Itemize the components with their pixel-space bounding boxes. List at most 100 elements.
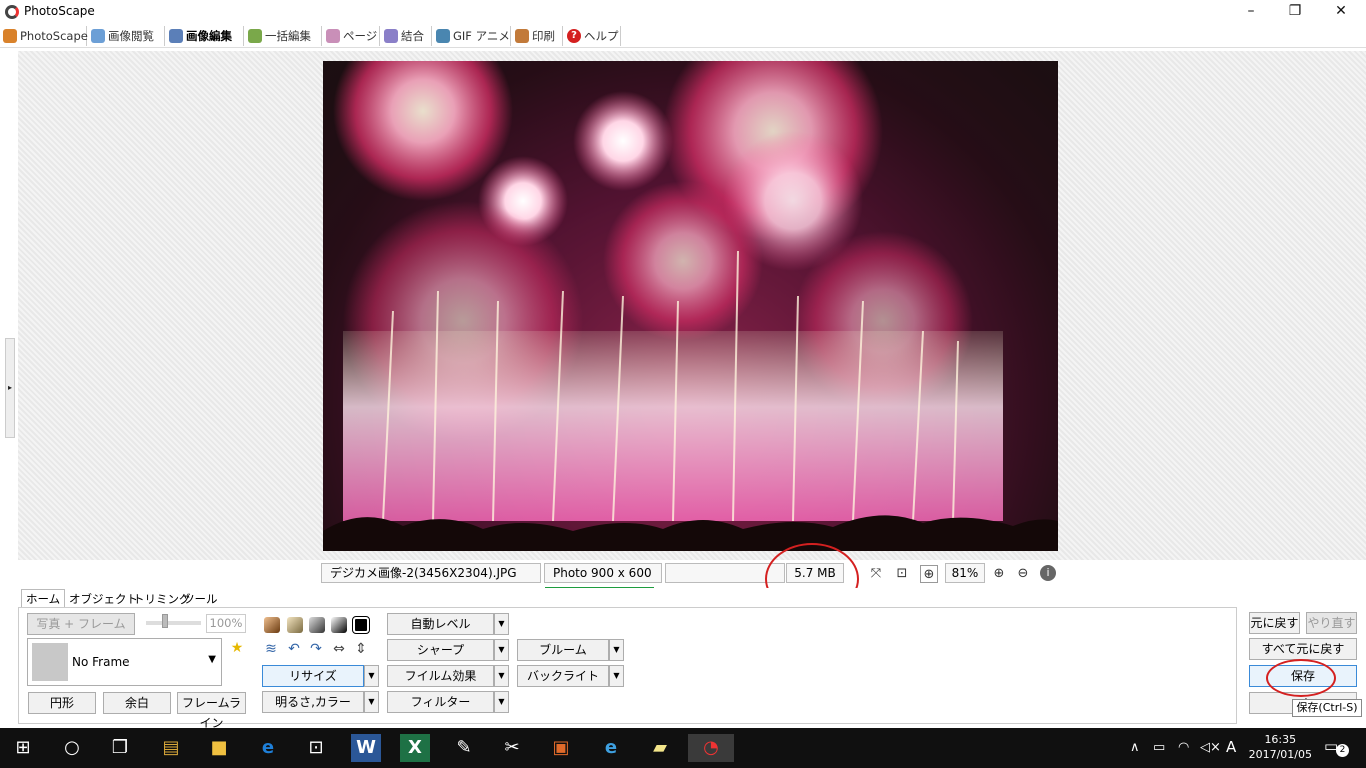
frame-slider-track[interactable]: [146, 621, 201, 625]
star-icon[interactable]: ★: [228, 640, 246, 656]
notification-count-badge: 2: [1336, 744, 1349, 757]
tab-editor[interactable]: 画像編集: [166, 26, 244, 46]
resize-button[interactable]: リサイズ: [262, 665, 364, 687]
explorer-shortcut-icon[interactable]: ▤: [156, 734, 186, 762]
save-tooltip: 保存(Ctrl-S): [1292, 699, 1362, 717]
frame-preview: [32, 643, 68, 681]
tool-icon[interactable]: ✂: [497, 734, 527, 762]
tab-label: GIF アニメ: [453, 29, 510, 43]
windows-taskbar: ⊞ ○ ❐ ▤ ■ e ⊡ W X ✎ ✂ ▣ e ▰ ◔ ∧ ▭ ◠ ◁× A…: [0, 728, 1366, 768]
tab-help[interactable]: ? ヘルプ: [564, 26, 621, 46]
fireworks-photo: [323, 61, 1058, 551]
tab-label: ページ: [343, 29, 378, 43]
window-title: PhotoScape: [24, 4, 95, 18]
tab-combine[interactable]: 結合: [381, 26, 432, 46]
frame-line-button[interactable]: フレームライン: [177, 692, 246, 730]
frame-slider-thumb[interactable]: [162, 614, 168, 628]
auto-level-button[interactable]: 自動レベル: [387, 613, 494, 635]
rotate-left-icon[interactable]: ↶: [285, 641, 303, 657]
internet-explorer-icon[interactable]: e: [596, 734, 626, 762]
edge-browser-icon[interactable]: e: [253, 734, 283, 762]
tab-gif[interactable]: GIF アニメ: [433, 26, 511, 46]
tone-gray-icon[interactable]: [309, 617, 325, 633]
brightness-color-button[interactable]: 明るさ,カラー: [262, 691, 364, 713]
viewer-icon: [91, 29, 105, 43]
maximize-button[interactable]: ❐: [1272, 0, 1318, 24]
photo-frame-button[interactable]: 写真 + フレーム: [27, 613, 135, 635]
sharpen-dropdown[interactable]: ▼: [494, 639, 509, 661]
undo-all-button[interactable]: すべて元に戻す: [1249, 638, 1357, 660]
tone-bw-icon[interactable]: [331, 617, 347, 633]
frame-dropdown[interactable]: No Frame ▼: [27, 638, 222, 686]
minimize-button[interactable]: –: [1228, 0, 1274, 24]
word-icon[interactable]: W: [351, 734, 381, 762]
photo-size-display: Photo 900 x 600: [544, 563, 662, 583]
undo-button[interactable]: 元に戻す: [1249, 612, 1300, 634]
zoom-in-icon[interactable]: ⊕: [990, 565, 1008, 583]
tab-home[interactable]: ホーム: [21, 589, 66, 608]
zoom-level-display: 81%: [945, 563, 985, 583]
title-bar: PhotoScape – ❐ ✕: [0, 0, 1366, 24]
tone-warm-icon[interactable]: [287, 617, 303, 633]
zoom-fit-icon[interactable]: ⊕: [920, 565, 938, 583]
filename-display: デジカメ画像-2(3456X2304).JPG: [321, 563, 541, 583]
tab-label: 画像編集: [186, 29, 232, 43]
filter-dropdown[interactable]: ▼: [494, 691, 509, 713]
task-view-icon[interactable]: ❐: [105, 734, 135, 762]
file-explorer-icon[interactable]: ■: [204, 734, 234, 762]
flip-horizontal-icon[interactable]: ⇔: [330, 641, 348, 657]
battery-icon[interactable]: ▭: [1153, 740, 1165, 755]
tab-photoscape[interactable]: PhotoScape: [0, 26, 88, 46]
filter-button[interactable]: フィルター: [387, 691, 494, 713]
film-effect-dropdown[interactable]: ▼: [494, 665, 509, 687]
close-button[interactable]: ✕: [1318, 0, 1364, 24]
tray-chevron-up-icon[interactable]: ∧: [1130, 740, 1140, 755]
redo-button[interactable]: やり直す: [1306, 612, 1357, 634]
tab-print[interactable]: 印刷: [512, 26, 563, 46]
auto-level-dropdown[interactable]: ▼: [494, 613, 509, 635]
side-panel-toggle[interactable]: ▸: [5, 338, 15, 438]
tone-sepia-icon[interactable]: [264, 617, 280, 633]
paint-icon[interactable]: ✎: [449, 734, 479, 762]
tab-label: ヘルプ: [584, 29, 619, 43]
sticky-notes-icon[interactable]: ▰: [645, 734, 675, 762]
fit-window-icon[interactable]: ⤧: [867, 565, 885, 583]
volume-mute-icon[interactable]: ◁×: [1200, 740, 1221, 755]
tab-viewer[interactable]: 画像閲覧: [88, 26, 165, 46]
zoom-out-icon[interactable]: ⊖: [1014, 565, 1032, 583]
annotation-circle-save: [1266, 659, 1336, 697]
margin-button[interactable]: 余白: [103, 692, 171, 714]
info-icon[interactable]: i: [1040, 565, 1056, 581]
rotate-right-icon[interactable]: ↷: [307, 641, 325, 657]
combine-icon: [384, 29, 398, 43]
backlight-dropdown[interactable]: ▼: [609, 665, 624, 687]
frame-value: No Frame: [72, 655, 130, 669]
page-icon: [326, 29, 340, 43]
sharpen-button[interactable]: シャープ: [387, 639, 494, 661]
film-effect-button[interactable]: フイルム効果: [387, 665, 494, 687]
bloom-button[interactable]: ブルーム: [517, 639, 609, 661]
windows-start-icon[interactable]: ⊞: [8, 734, 38, 762]
tab-batch[interactable]: 一括編集: [245, 26, 322, 46]
tone-invert-icon[interactable]: [352, 616, 370, 634]
flip-vertical-icon[interactable]: ⇕: [352, 641, 370, 657]
photoscape-icon: [3, 29, 17, 43]
backlight-button[interactable]: バックライト: [517, 665, 609, 687]
taskbar-clock[interactable]: 16:35 2017/01/05: [1249, 732, 1312, 762]
actual-size-icon[interactable]: ⊡: [893, 565, 911, 583]
resize-dropdown[interactable]: ▼: [364, 665, 379, 687]
frame-percent-field[interactable]: 100%: [206, 614, 246, 633]
brightness-dropdown[interactable]: ▼: [364, 691, 379, 713]
ime-indicator[interactable]: A: [1226, 738, 1236, 756]
excel-icon[interactable]: X: [400, 734, 430, 762]
tab-tools[interactable]: ツール: [178, 589, 223, 608]
round-button[interactable]: 円形: [28, 692, 96, 714]
toolbox-icon[interactable]: ▣: [546, 734, 576, 762]
store-icon[interactable]: ⊡: [301, 734, 331, 762]
tab-page[interactable]: ページ: [323, 26, 380, 46]
wifi-icon[interactable]: ◠: [1178, 740, 1189, 755]
cortana-search-icon[interactable]: ○: [57, 734, 87, 762]
photoscape-taskbar-icon[interactable]: ◔: [688, 734, 734, 762]
flip-icon[interactable]: ≋: [262, 641, 280, 657]
bloom-dropdown[interactable]: ▼: [609, 639, 624, 661]
